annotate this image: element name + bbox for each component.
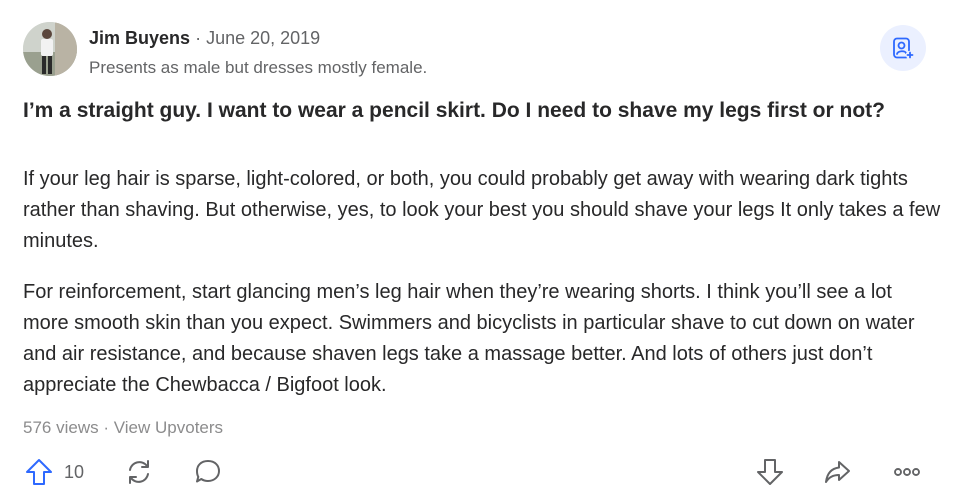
answer-date[interactable]: June 20, 2019 [206, 28, 320, 48]
view-count: 576 views [23, 418, 99, 437]
arrow-up-icon [26, 459, 52, 485]
share-arrow-icon [825, 461, 850, 483]
author-name[interactable]: Jim Buyens [89, 28, 190, 48]
comment-button[interactable] [191, 455, 225, 489]
more-options-button[interactable] [890, 455, 924, 489]
more-dots-icon [894, 468, 920, 476]
question-title[interactable]: I’m a straight guy. I want to wear a pen… [23, 95, 933, 126]
upvote-button[interactable]: 10 [24, 455, 84, 489]
repost-button[interactable] [122, 455, 156, 489]
refresh-icon [129, 460, 149, 484]
user-plus-icon [893, 37, 915, 60]
stats-separator: · [103, 418, 110, 437]
avatar-image [23, 22, 77, 76]
author-line: Jim Buyens · June 20, 2019 [89, 26, 320, 50]
author-separator: · [195, 28, 202, 48]
upvote-count: 10 [64, 461, 85, 482]
downvote-button[interactable] [753, 455, 787, 489]
avatar[interactable] [23, 22, 77, 76]
answer-body: If your leg hair is sparse, light-colore… [23, 164, 943, 421]
answer-paragraph: If your leg hair is sparse, light-colore… [23, 168, 941, 252]
view-upvoters-link[interactable]: View Upvoters [114, 418, 223, 437]
share-button[interactable] [820, 455, 854, 489]
answer-stats: 576 views · View Upvoters [23, 416, 223, 440]
author-credential: Presents as male but dresses mostly fema… [89, 58, 428, 77]
answer-paragraph: For reinforcement, start glancing men’s … [23, 281, 915, 396]
follow-button[interactable] [880, 25, 926, 71]
comment-icon [196, 460, 220, 483]
arrow-down-icon [757, 459, 783, 485]
